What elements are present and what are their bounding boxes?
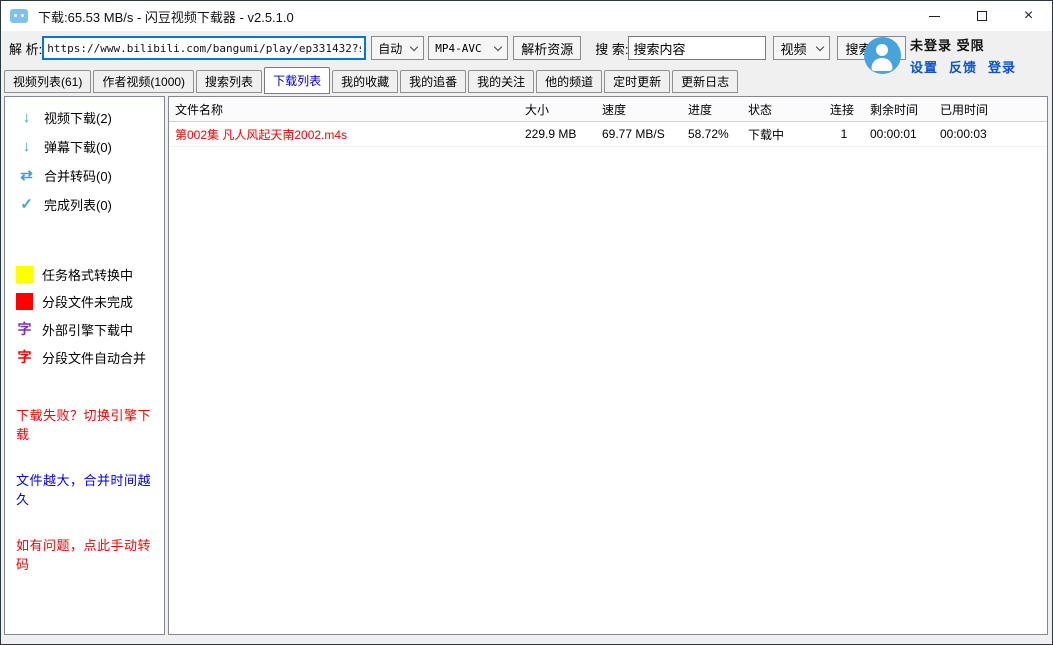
hint-manual-transcode[interactable]: 如有问题，点此手动转码	[16, 535, 164, 573]
sidebar-hints: 下载失败？切换引擎下载 文件越大，合并时间越久 如有问题，点此手动转码	[5, 405, 164, 573]
login-status: 未登录 受限	[910, 35, 1016, 54]
sidebar-item-merge-transcode[interactable]: ⇄ 合并转码(0)	[5, 161, 164, 190]
app-logo-icon	[10, 9, 28, 23]
search-type-select[interactable]: 视频	[773, 36, 830, 60]
cell-remaining: 00:00:01	[864, 127, 934, 141]
col-connections[interactable]: 连接	[824, 101, 864, 118]
download-list-panel: 文件名称 大小 速度 进度 状态 连接 剩余时间 已用时间 第002集 凡人风起…	[168, 96, 1048, 635]
legend-label: 任务格式转换中	[42, 265, 133, 284]
legend-item: 字 分段文件自动合并	[5, 343, 164, 371]
status-legend: 任务格式转换中 分段文件未完成 字 外部引擎下载中 字 分段文件自动合并	[5, 261, 164, 371]
maximize-icon	[977, 11, 987, 21]
cell-speed: 69.77 MB/S	[596, 127, 682, 141]
sidebar-item-danmaku-download[interactable]: ↓ 弹幕下载(0)	[5, 132, 164, 161]
legend-label: 分段文件自动合并	[42, 348, 146, 367]
legend-label: 分段文件未完成	[42, 292, 133, 311]
tab-video-list[interactable]: 视频列表(61)	[4, 70, 91, 93]
maximize-button[interactable]	[958, 1, 1005, 31]
tab-scheduled-update[interactable]: 定时更新	[604, 70, 670, 93]
col-speed[interactable]: 速度	[596, 101, 682, 118]
sidebar-item-label: 视频下载(2)	[44, 108, 112, 127]
url-input[interactable]	[42, 36, 366, 60]
col-remaining[interactable]: 剩余时间	[864, 101, 934, 118]
table-header: 文件名称 大小 速度 进度 状态 连接 剩余时间 已用时间	[169, 97, 1047, 122]
cell-size: 229.9 MB	[519, 127, 596, 141]
tab-search-list[interactable]: 搜索列表	[196, 70, 262, 93]
purple-char-icon: 字	[16, 319, 33, 339]
search-input[interactable]	[628, 36, 766, 60]
legend-item: 字 外部引擎下载中	[5, 315, 164, 343]
yellow-swatch-icon	[16, 266, 33, 283]
hint-switch-engine: 下载失败？切换引擎下载	[16, 405, 164, 443]
legend-item: 任务格式转换中	[5, 261, 164, 288]
tab-my-follows[interactable]: 我的关注	[468, 70, 534, 93]
close-button[interactable]: ×	[1005, 1, 1052, 31]
tab-my-bangumi[interactable]: 我的追番	[400, 70, 466, 93]
format-select[interactable]: MP4-AVC	[428, 36, 508, 60]
legend-item: 分段文件未完成	[5, 288, 164, 315]
main-area: ↓ 视频下载(2) ↓ 弹幕下载(0) ⇄ 合并转码(0) ✓ 完成列表(0) …	[4, 96, 1048, 635]
minimize-button[interactable]	[911, 1, 958, 31]
user-avatar-icon[interactable]	[864, 37, 901, 74]
format-select-value: MP4-AVC	[435, 42, 481, 55]
titlebar[interactable]: 下载:65.53 MB/s - 闪豆视频下载器 - v2.5.1.0 ×	[1, 1, 1052, 31]
col-file-name[interactable]: 文件名称	[169, 101, 519, 118]
mode-select[interactable]: 自动	[371, 36, 424, 60]
sidebar: ↓ 视频下载(2) ↓ 弹幕下载(0) ⇄ 合并转码(0) ✓ 完成列表(0) …	[4, 96, 165, 635]
window-title: 下载:65.53 MB/s - 闪豆视频下载器 - v2.5.1.0	[38, 7, 294, 26]
cell-file-name: 第002集 凡人风起天南2002.m4s	[169, 126, 519, 143]
col-size[interactable]: 大小	[519, 101, 596, 118]
cell-status: 下载中	[742, 126, 824, 143]
feedback-link[interactable]: 反馈	[949, 57, 977, 76]
mode-select-value: 自动	[378, 40, 402, 57]
legend-label: 外部引擎下载中	[42, 320, 133, 339]
sidebar-item-video-download[interactable]: ↓ 视频下载(2)	[5, 103, 164, 132]
parse-label: 解 析:	[9, 39, 42, 58]
login-link[interactable]: 登录	[988, 57, 1016, 76]
close-icon: ×	[1024, 8, 1033, 24]
account-panel: 未登录 受限 设置 反馈 登录	[864, 35, 1016, 76]
col-progress[interactable]: 进度	[682, 101, 742, 118]
check-icon: ✓	[18, 197, 35, 212]
cell-progress: 58.72%	[682, 127, 742, 141]
download-arrow-icon: ↓	[18, 110, 35, 125]
sidebar-item-label: 弹幕下载(0)	[44, 137, 112, 156]
cell-elapsed: 00:00:03	[934, 127, 1004, 141]
search-label: 搜 索:	[595, 39, 628, 58]
sidebar-item-completed-list[interactable]: ✓ 完成列表(0)	[5, 190, 164, 219]
cell-connections: 1	[824, 127, 864, 141]
tab-download-list[interactable]: 下载列表	[264, 67, 330, 94]
table-row[interactable]: 第002集 凡人风起天南2002.m4s 229.9 MB 69.77 MB/S…	[169, 122, 1047, 147]
chevron-down-icon	[410, 42, 418, 50]
tab-author-videos[interactable]: 作者视频(1000)	[93, 70, 194, 93]
swap-arrows-icon: ⇄	[18, 168, 35, 183]
minimize-icon	[929, 16, 940, 17]
chevron-down-icon	[494, 42, 502, 50]
tab-my-favorites[interactable]: 我的收藏	[332, 70, 398, 93]
col-status[interactable]: 状态	[742, 101, 824, 118]
hint-merge-time: 文件越大，合并时间越久	[16, 470, 164, 508]
parse-resource-button[interactable]: 解析资源	[513, 36, 581, 60]
sidebar-item-label: 完成列表(0)	[44, 195, 112, 214]
red-char-icon: 字	[16, 347, 33, 367]
red-swatch-icon	[16, 293, 33, 310]
tab-his-channel[interactable]: 他的频道	[536, 70, 602, 93]
app-window: 下载:65.53 MB/s - 闪豆视频下载器 - v2.5.1.0 × 解 析…	[0, 0, 1053, 645]
settings-link[interactable]: 设置	[910, 57, 938, 76]
sidebar-item-label: 合并转码(0)	[44, 166, 112, 185]
search-type-value: 视频	[780, 39, 806, 58]
tab-changelog[interactable]: 更新日志	[672, 70, 738, 93]
col-elapsed[interactable]: 已用时间	[934, 101, 1004, 118]
download-arrow-icon: ↓	[18, 139, 35, 154]
chevron-down-icon	[816, 42, 824, 50]
